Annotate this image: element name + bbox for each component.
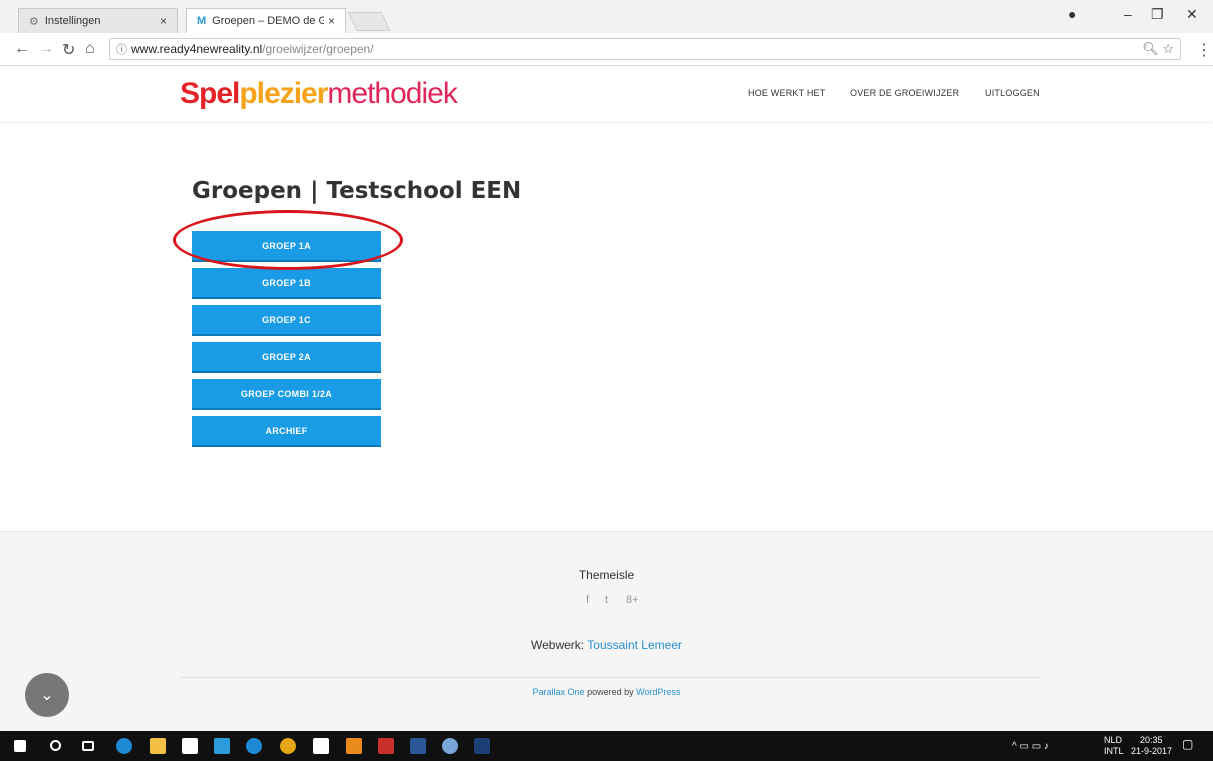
forward-icon[interactable]: → <box>38 40 54 58</box>
tab-groepen[interactable]: M Groepen – DEMO de Gro × <box>186 8 346 33</box>
group-button-combi[interactable]: GROEP COMBI 1/2A <box>192 379 381 408</box>
mail-icon[interactable] <box>313 738 329 754</box>
lang-primary[interactable]: NLD <box>1104 735 1122 746</box>
wordpress-link[interactable]: WordPress <box>636 687 680 697</box>
task-view-icon[interactable] <box>82 741 94 751</box>
url-path: /groeiwijzer/groepen/ <box>262 42 374 56</box>
tray-icons[interactable]: ^ ▭ ▭ ♪ <box>1012 741 1049 752</box>
search-icon[interactable] <box>50 740 61 751</box>
url-host: www.ready4newreality.nl <box>131 42 263 56</box>
archive-button[interactable]: ARCHIEF <box>192 416 381 445</box>
gear-icon: ⚙ <box>29 15 39 28</box>
nav-over-de-groeiwijzer[interactable]: OVER DE GROEIWIJZER <box>850 88 959 98</box>
chevron-down-icon: ⌄ <box>40 687 54 704</box>
nav-uitloggen[interactable]: UITLOGGEN <box>985 88 1040 98</box>
powered-by: Parallax One powered by WordPress <box>0 687 1213 697</box>
photoshop-icon[interactable] <box>474 738 490 754</box>
webwerk-link[interactable]: Toussaint Lemeer <box>587 638 682 652</box>
notification-icon[interactable]: ▢ <box>1182 738 1193 750</box>
close-window-icon[interactable]: ✕ <box>1186 6 1198 23</box>
footer-brand: Themeisle <box>578 568 635 582</box>
logo-part: plezier <box>239 77 328 110</box>
twitter-icon[interactable]: t <box>605 594 608 606</box>
menu-icon[interactable]: ⋮ <box>1196 40 1212 60</box>
info-icon[interactable]: ⓘ <box>116 41 127 57</box>
address-bar[interactable]: ⓘ www.ready4newreality.nl /groeiwijzer/g… <box>109 38 1181 60</box>
edge-icon[interactable] <box>116 738 132 754</box>
scroll-down-button[interactable]: ⌄ <box>25 673 69 717</box>
webwerk-label: Webwerk: <box>531 638 585 652</box>
minimize-icon[interactable]: – <box>1124 6 1132 22</box>
media-player-icon[interactable] <box>214 738 230 754</box>
profile-icon[interactable]: ● <box>1068 6 1076 22</box>
reload-icon[interactable]: ↻ <box>62 40 75 60</box>
footer-divider <box>180 677 1040 678</box>
tab-instellingen[interactable]: ⚙ Instellingen × <box>18 8 178 33</box>
internet-explorer-icon[interactable] <box>246 738 262 754</box>
group-button-1b[interactable]: GROEP 1B <box>192 268 381 297</box>
store-icon[interactable] <box>182 738 198 754</box>
group-button-1c[interactable]: GROEP 1C <box>192 305 381 334</box>
nav-hoe-werkt-het[interactable]: HOE WERKT HET <box>748 88 825 98</box>
new-tab-button[interactable] <box>347 12 391 31</box>
file-explorer-icon[interactable] <box>150 738 166 754</box>
facebook-icon[interactable]: f <box>586 594 589 606</box>
lang-secondary[interactable]: INTL <box>1104 746 1124 757</box>
powered-text: powered by <box>587 687 634 697</box>
annotation-ellipse <box>173 210 403 270</box>
site-favicon-icon: M <box>197 15 207 27</box>
theme-link[interactable]: Parallax One <box>533 687 585 697</box>
filezilla-icon[interactable] <box>378 738 394 754</box>
back-icon[interactable]: ← <box>14 40 30 58</box>
paint-icon[interactable] <box>442 738 458 754</box>
windows-start-icon[interactable] <box>14 740 26 752</box>
site-header: Spelpleziermethodiek HOE WERKT HET OVER … <box>0 67 1213 121</box>
close-icon[interactable]: × <box>160 14 167 28</box>
tab-label: Instellingen <box>44 15 101 27</box>
site-footer: Themeisle f t 8+ Webwerk: Toussaint Leme… <box>0 531 1213 731</box>
restore-icon[interactable]: ❐ <box>1151 6 1164 23</box>
chrome-icon[interactable] <box>280 738 296 754</box>
windows-taskbar: ^ ▭ ▭ ♪ NLD INTL 20:35 21-9-2017 ▢ <box>0 731 1213 761</box>
group-button-2a[interactable]: GROEP 2A <box>192 342 381 371</box>
close-icon[interactable]: × <box>328 14 335 28</box>
page-title: Groepen | Testschool EEN <box>192 178 522 204</box>
home-icon[interactable]: ⌂ <box>85 40 95 58</box>
outlook-icon[interactable] <box>346 738 362 754</box>
clock-time[interactable]: 20:35 <box>1140 735 1163 746</box>
tab-label: Groepen – DEMO de Gro <box>212 15 324 27</box>
browser-tab-bar: ⚙ Instellingen × M Groepen – DEMO de Gro… <box>0 0 1213 33</box>
clock-date[interactable]: 21-9-2017 <box>1131 746 1172 757</box>
bookmark-star-icon[interactable]: 🔍︎ ☆ <box>1142 41 1174 57</box>
logo-part: metho <box>327 77 406 110</box>
word-icon[interactable] <box>410 738 426 754</box>
browser-toolbar: ← → ↻ ⌂ ⓘ www.ready4newreality.nl /groei… <box>0 33 1213 66</box>
logo-part: Spel <box>180 77 240 110</box>
google-plus-icon[interactable]: 8+ <box>626 594 639 606</box>
webwerk-credit: Webwerk: Toussaint Lemeer <box>0 638 1213 652</box>
site-logo[interactable]: Spelpleziermethodiek <box>180 77 458 111</box>
logo-part: diek <box>405 77 458 110</box>
